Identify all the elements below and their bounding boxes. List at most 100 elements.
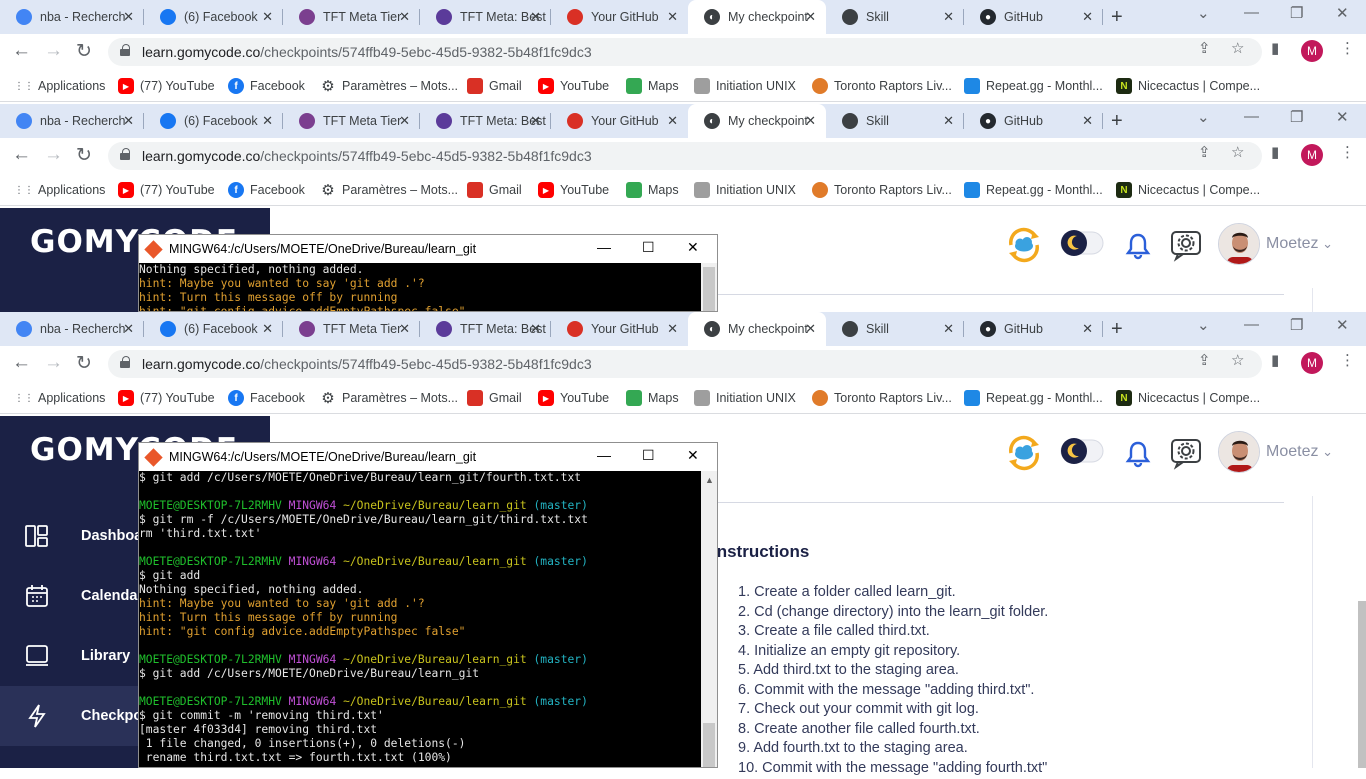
terminal-minimize-icon[interactable]: —	[597, 447, 611, 463]
bookmark-toronto-raptors-liv[interactable]: Toronto Raptors Liv...	[812, 182, 952, 198]
bookmark-facebook[interactable]: fFacebook	[228, 78, 305, 94]
bookmark-facebook[interactable]: fFacebook	[228, 182, 305, 198]
user-avatar[interactable]	[1218, 223, 1260, 265]
close-tab-icon[interactable]: ✕	[123, 9, 134, 25]
chrome-menu-icon[interactable]: ⋮	[1340, 39, 1355, 57]
close-tab-icon[interactable]: ✕	[399, 321, 410, 337]
terminal-close-icon[interactable]: ✕	[687, 239, 699, 256]
settings-chat-icon[interactable]	[1169, 228, 1203, 267]
bookmark-repeat-gg-monthl[interactable]: Repeat.gg - Monthl...	[964, 390, 1103, 406]
reload-icon[interactable]: ↻	[76, 40, 92, 63]
close-tab-icon[interactable]: ✕	[123, 113, 134, 129]
git-bash-window[interactable]: MINGW64:/c/Users/MOETE/OneDrive/Bureau/l…	[138, 442, 718, 768]
tab-my-checkpoint[interactable]: ◐My checkpoint✕	[688, 312, 826, 346]
side-panel-icon[interactable]: ▮	[1271, 143, 1279, 161]
forward-icon[interactable]: →	[44, 352, 63, 374]
lock-icon[interactable]	[120, 356, 130, 368]
bookmark-toronto-raptors-liv[interactable]: Toronto Raptors Liv...	[812, 390, 952, 406]
terminal-titlebar[interactable]: MINGW64:/c/Users/MOETE/OneDrive/Bureau/l…	[139, 235, 717, 263]
user-menu[interactable]: Moetez ⌄	[1266, 443, 1333, 461]
terminal-minimize-icon[interactable]: —	[597, 239, 611, 255]
bookmark-initiation-unix[interactable]: Initiation UNIX	[694, 182, 796, 198]
bookmark-youtube[interactable]: ▶YouTube	[538, 78, 609, 94]
close-tab-icon[interactable]: ✕	[805, 9, 816, 25]
cloud-sync-icon[interactable]	[1005, 434, 1043, 477]
address-bar[interactable]: learn.gomycode.co/checkpoints/574ffb49-5…	[108, 142, 1262, 170]
bookmark-applications[interactable]: ⋮⋮Applications	[16, 78, 105, 94]
tab-skill[interactable]: Skill✕	[826, 312, 964, 346]
tab-my-checkpoint[interactable]: ◐My checkpoint✕	[688, 104, 826, 138]
close-tab-icon[interactable]: ✕	[667, 113, 678, 129]
bookmark-nicecactus-compe[interactable]: NNicecactus | Compe...	[1116, 182, 1260, 198]
tab-github[interactable]: ●GitHub✕	[964, 312, 1103, 346]
tab-your-github[interactable]: Your GitHub✕	[551, 312, 688, 346]
tab-tft-meta-best[interactable]: TFT Meta: Best✕	[420, 312, 551, 346]
back-icon[interactable]: ←	[12, 352, 31, 374]
tab-github[interactable]: ●GitHub✕	[964, 0, 1103, 34]
tab-6-facebook[interactable]: (6) Facebook✕	[144, 104, 283, 138]
bookmark-facebook[interactable]: fFacebook	[228, 390, 305, 406]
notifications-bell-icon[interactable]	[1125, 440, 1151, 473]
bookmark-77-youtube[interactable]: ▶(77) YouTube	[118, 390, 215, 406]
bookmark-applications[interactable]: ⋮⋮Applications	[16, 182, 105, 198]
close-window-icon[interactable]: ✕	[1336, 4, 1349, 22]
bookmark-gmail[interactable]: Gmail	[467, 78, 522, 94]
close-tab-icon[interactable]: ✕	[262, 113, 273, 129]
side-panel-icon[interactable]: ▮	[1271, 351, 1279, 369]
tab-search-icon[interactable]: ⌄	[1197, 4, 1210, 22]
bookmark-param-tres-mots[interactable]: ⚙Paramètres – Mots...	[320, 78, 458, 94]
terminal-maximize-icon[interactable]: ☐	[642, 239, 655, 256]
close-tab-icon[interactable]: ✕	[943, 113, 954, 129]
terminal-scrollbar[interactable]: ▲	[701, 263, 717, 311]
tab-github[interactable]: ●GitHub✕	[964, 104, 1103, 138]
tab-tft-meta-tier[interactable]: TFT Meta Tier✕	[283, 0, 420, 34]
restore-icon[interactable]: ❐	[1290, 316, 1303, 334]
bookmark-youtube[interactable]: ▶YouTube	[538, 390, 609, 406]
terminal-scrollbar[interactable]: ▲	[701, 471, 717, 767]
share-icon[interactable]: ⇪	[1198, 39, 1211, 57]
bookmark-initiation-unix[interactable]: Initiation UNIX	[694, 78, 796, 94]
tab-6-facebook[interactable]: (6) Facebook✕	[144, 0, 283, 34]
bookmark-nicecactus-compe[interactable]: NNicecactus | Compe...	[1116, 78, 1260, 94]
minimize-icon[interactable]: —	[1244, 108, 1259, 125]
tab-skill[interactable]: Skill✕	[826, 104, 964, 138]
chrome-menu-icon[interactable]: ⋮	[1340, 143, 1355, 161]
bookmark-maps[interactable]: Maps	[626, 390, 679, 406]
git-bash-window[interactable]: MINGW64:/c/Users/MOETE/OneDrive/Bureau/l…	[138, 234, 718, 312]
notifications-bell-icon[interactable]	[1125, 232, 1151, 265]
terminal-output[interactable]: $ git add /c/Users/MOETE/OneDrive/Bureau…	[139, 471, 701, 767]
side-panel-icon[interactable]: ▮	[1271, 39, 1279, 57]
close-tab-icon[interactable]: ✕	[943, 321, 954, 337]
bookmark-repeat-gg-monthl[interactable]: Repeat.gg - Monthl...	[964, 182, 1103, 198]
address-bar[interactable]: learn.gomycode.co/checkpoints/574ffb49-5…	[108, 38, 1262, 66]
minimize-icon[interactable]: —	[1244, 316, 1259, 333]
close-tab-icon[interactable]: ✕	[262, 9, 273, 25]
new-tab-icon[interactable]: +	[1111, 318, 1123, 341]
user-avatar[interactable]	[1218, 431, 1260, 473]
new-tab-icon[interactable]: +	[1111, 110, 1123, 133]
new-tab-icon[interactable]: +	[1111, 6, 1123, 29]
close-tab-icon[interactable]: ✕	[399, 9, 410, 25]
restore-icon[interactable]: ❐	[1290, 108, 1303, 126]
close-tab-icon[interactable]: ✕	[943, 9, 954, 25]
tab-my-checkpoint[interactable]: ◐My checkpoint✕	[688, 0, 826, 34]
forward-icon[interactable]: →	[44, 144, 63, 166]
reload-icon[interactable]: ↻	[76, 352, 92, 375]
tab-nba-recherche[interactable]: nba - Recherche✕	[0, 104, 144, 138]
close-tab-icon[interactable]: ✕	[530, 321, 541, 337]
tab-6-facebook[interactable]: (6) Facebook✕	[144, 312, 283, 346]
bookmark-star-icon[interactable]: ☆	[1231, 351, 1244, 369]
cloud-sync-icon[interactable]	[1005, 226, 1043, 269]
close-tab-icon[interactable]: ✕	[1082, 113, 1093, 129]
back-icon[interactable]: ←	[12, 144, 31, 166]
tab-search-icon[interactable]: ⌄	[1197, 108, 1210, 126]
share-icon[interactable]: ⇪	[1198, 143, 1211, 161]
bookmark-star-icon[interactable]: ☆	[1231, 39, 1244, 57]
restore-icon[interactable]: ❐	[1290, 4, 1303, 22]
tab-tft-meta-tier[interactable]: TFT Meta Tier✕	[283, 104, 420, 138]
close-window-icon[interactable]: ✕	[1336, 108, 1349, 126]
bookmark-initiation-unix[interactable]: Initiation UNIX	[694, 390, 796, 406]
close-tab-icon[interactable]: ✕	[530, 113, 541, 129]
terminal-maximize-icon[interactable]: ☐	[642, 447, 655, 464]
tab-your-github[interactable]: Your GitHub✕	[551, 104, 688, 138]
